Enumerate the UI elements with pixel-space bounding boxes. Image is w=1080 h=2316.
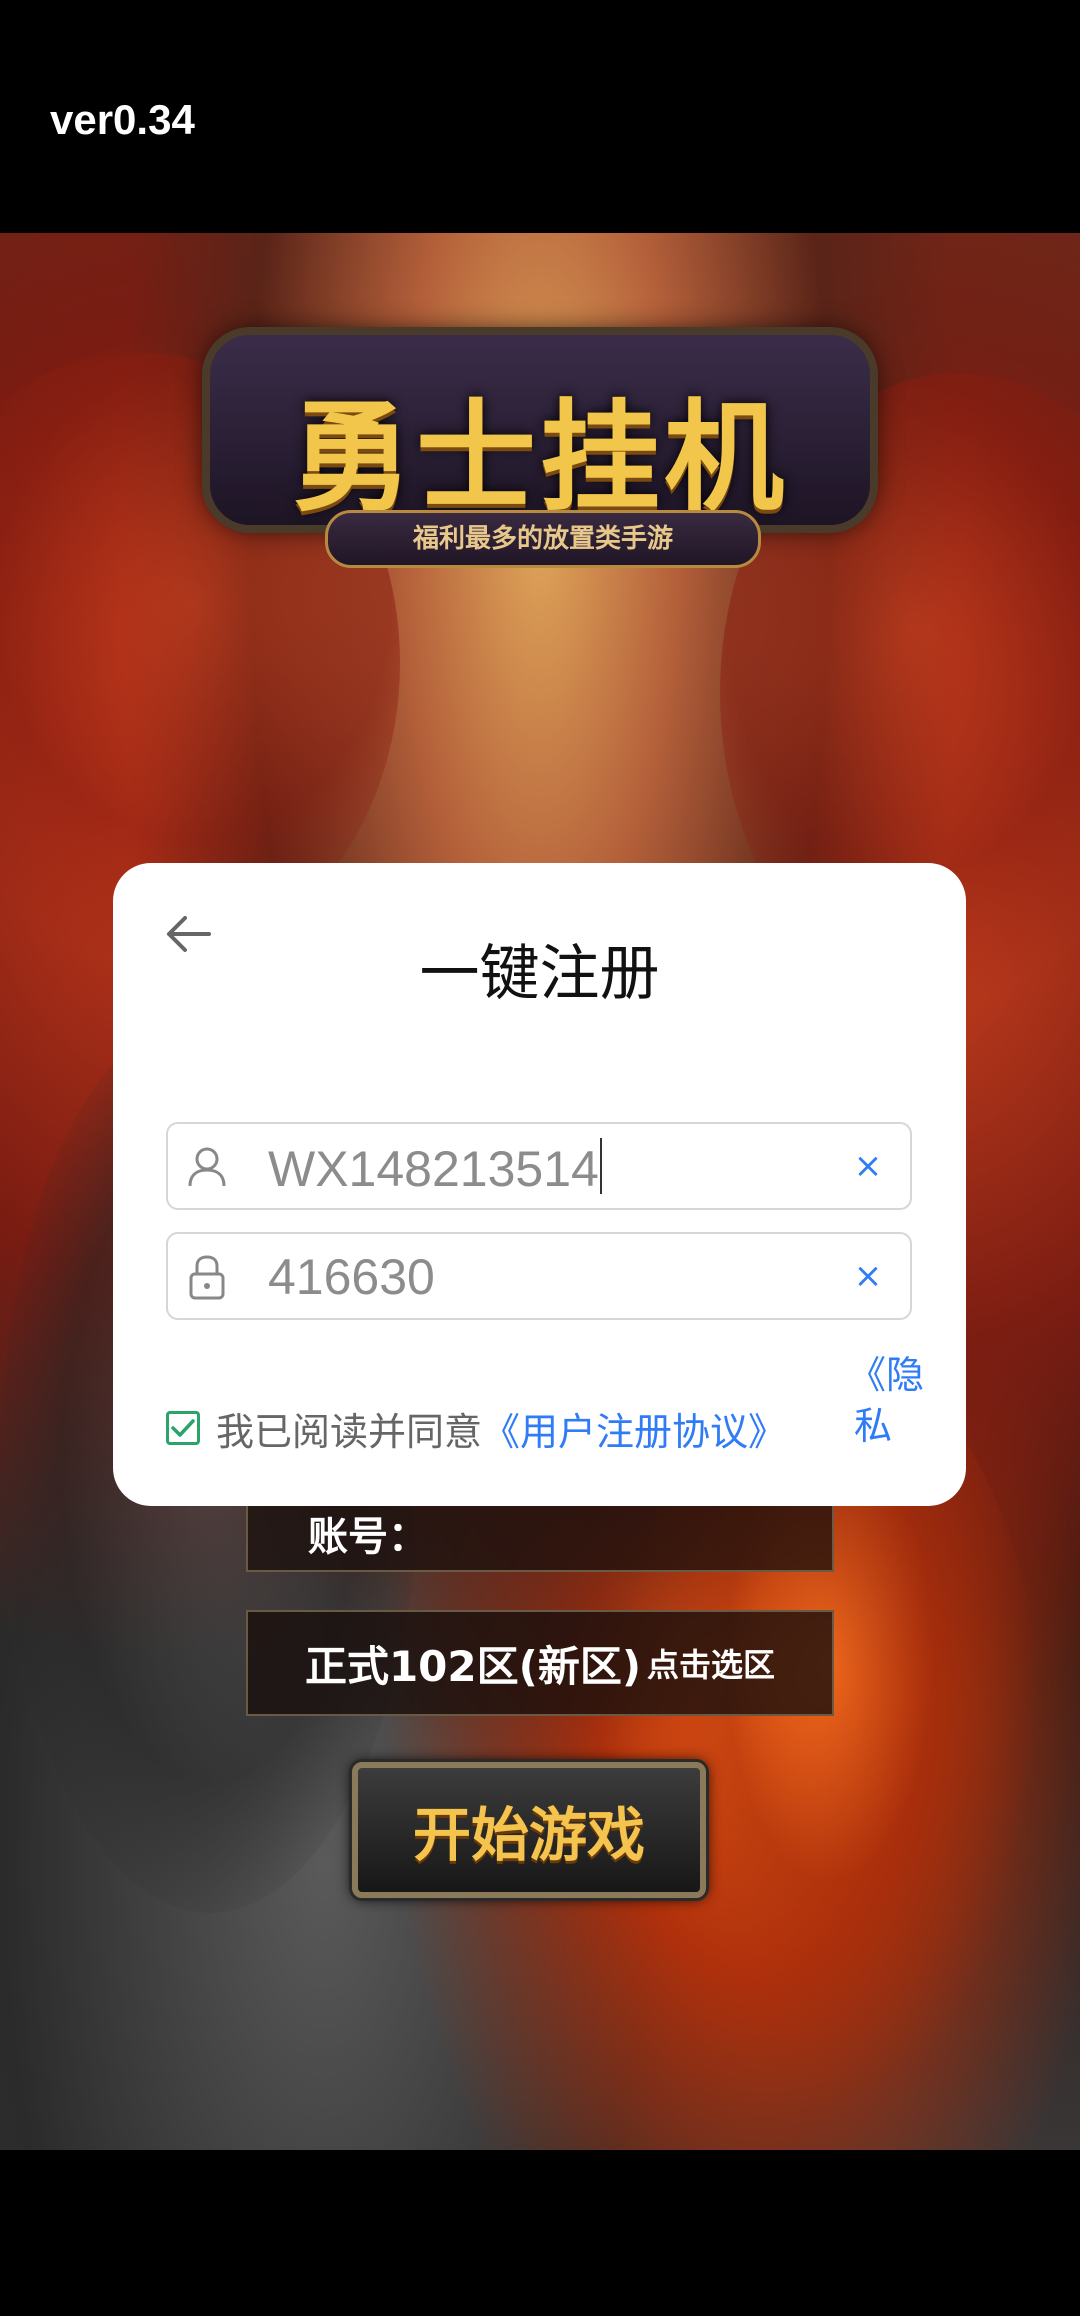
server-name: 正式102区(新区): [304, 1641, 642, 1691]
register-dialog: 一键注册 WX148213514 × 416630 × 我已阅读并同意 《用户注…: [113, 863, 966, 1506]
logo-subtitle: 福利最多的放置类手游: [325, 510, 761, 568]
agreement-row: 我已阅读并同意 《用户注册协议》: [166, 1398, 786, 1458]
start-game-button[interactable]: 开始游戏: [352, 1762, 706, 1898]
logo-title: 勇士挂机: [292, 389, 788, 528]
account-field[interactable]: WX148213514 ×: [166, 1122, 912, 1210]
clear-password-button[interactable]: ×: [848, 1256, 888, 1296]
account-input[interactable]: WX148213514: [268, 1138, 602, 1198]
server-select-button[interactable]: 正式102区(新区) 点击选区: [246, 1610, 834, 1716]
account-value: WX148213514: [268, 1141, 599, 1197]
version-label: ver0.34: [50, 96, 195, 143]
user-icon: [188, 1147, 226, 1187]
agree-text: 我已阅读并同意: [216, 1409, 483, 1454]
privacy-policy-link[interactable]: 《隐私: [848, 1350, 924, 1452]
game-logo: 勇士挂机 福利最多的放置类手游: [150, 305, 930, 568]
server-select-hint: 点击选区: [647, 1646, 776, 1684]
checkmark-icon: [171, 1419, 195, 1437]
password-field[interactable]: 416630 ×: [166, 1232, 912, 1320]
game-account-label: 账号：: [308, 1514, 428, 1560]
app-screen: ver0.34 勇士挂机 福利最多的放置类手游 账号： 正式102区(新区) 点…: [0, 0, 1080, 2316]
clear-account-button[interactable]: ×: [848, 1146, 888, 1186]
lock-icon: [189, 1255, 225, 1300]
user-agreement-link[interactable]: 《用户注册协议》: [482, 1401, 786, 1456]
agree-checkbox[interactable]: [166, 1411, 200, 1445]
text-cursor: [599, 1138, 602, 1194]
password-input[interactable]: 416630: [268, 1248, 435, 1306]
dialog-title: 一键注册: [419, 939, 660, 1009]
